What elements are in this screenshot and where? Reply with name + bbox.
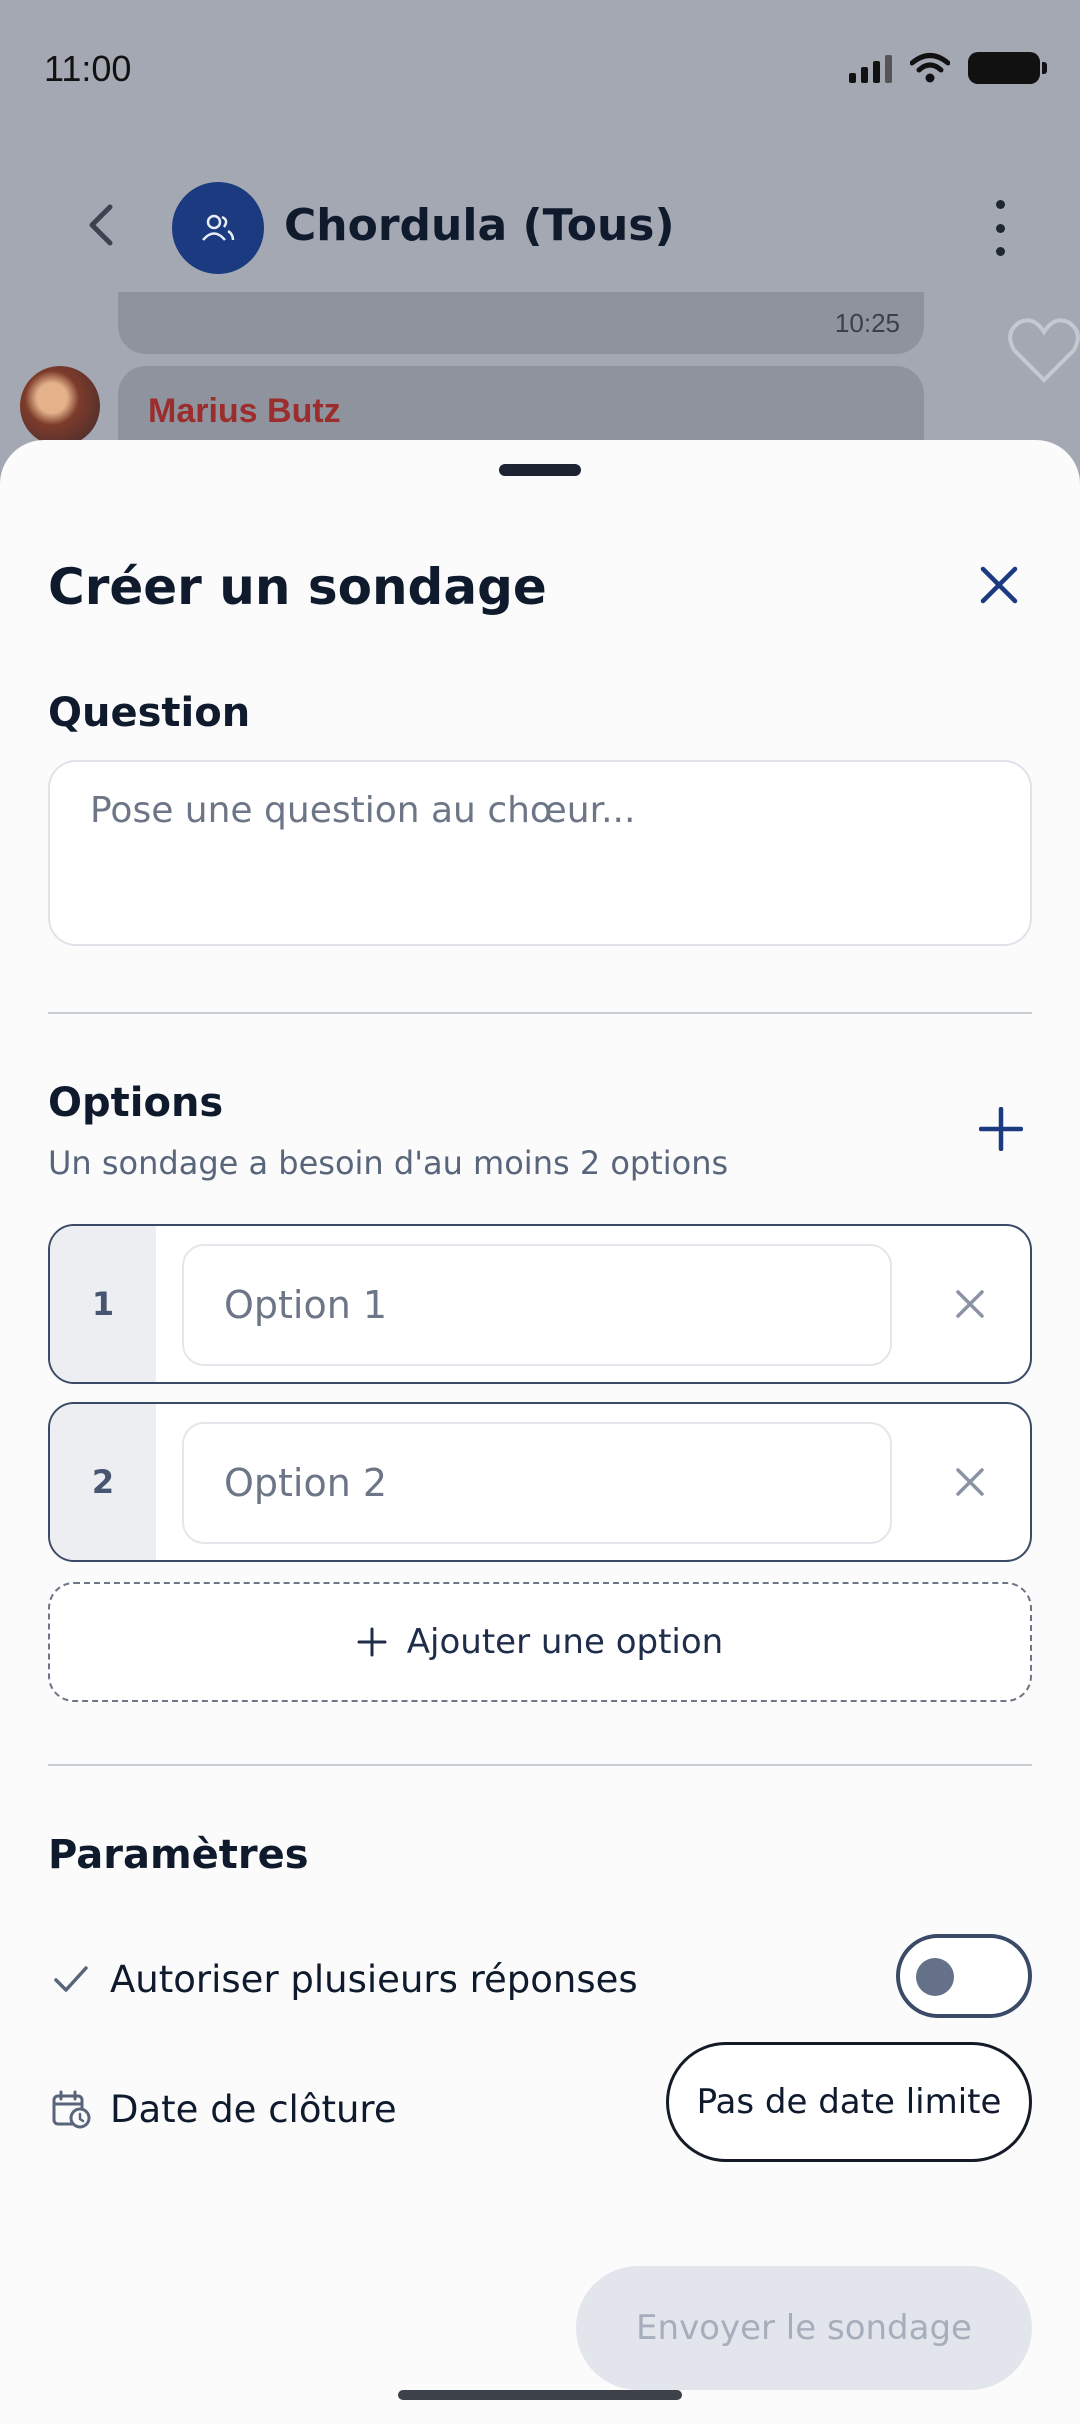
x-icon	[956, 1468, 984, 1496]
option-number: 2	[50, 1404, 156, 1560]
divider	[48, 1764, 1032, 1766]
closing-date-label: Date de clôture	[110, 2087, 397, 2131]
multiple-answers-setting: Autoriser plusieurs réponses	[48, 1934, 1032, 2024]
status-icons	[849, 52, 1047, 84]
option-input[interactable]	[182, 1244, 892, 1366]
home-indicator	[398, 2390, 682, 2400]
option-input[interactable]	[182, 1422, 892, 1544]
wifi-icon	[910, 53, 950, 83]
options-hint: Un sondage a besoin d'au moins 2 options	[48, 1144, 729, 1182]
status-time: 11:00	[44, 48, 132, 89]
remove-option-button[interactable]	[940, 1274, 1000, 1334]
chat-header: Chordula (Tous)	[0, 170, 1080, 280]
chat-background: 11:00 Chordula (Tous) 10:25 Marius Butz	[0, 0, 1080, 470]
send-poll-button[interactable]: Envoyer le sondage	[576, 2266, 1032, 2390]
heart-icon	[1008, 318, 1080, 383]
sender-name: Marius Butz	[148, 392, 341, 430]
create-poll-sheet: Créer un sondage Question Options Un son…	[0, 440, 1080, 2424]
toggle-knob	[916, 1958, 954, 1996]
status-bar: 11:00	[0, 0, 1080, 140]
group-avatar[interactable]	[172, 182, 264, 274]
question-label: Question	[48, 690, 251, 736]
multiple-answers-label: Autoriser plusieurs réponses	[110, 1957, 638, 2001]
message-time: 10:25	[834, 308, 900, 338]
battery-icon	[968, 52, 1047, 84]
option-row: 2	[48, 1402, 1032, 1562]
add-option-label: Ajouter une option	[406, 1622, 724, 1662]
close-button[interactable]	[966, 552, 1032, 618]
more-vertical-icon	[995, 200, 1005, 209]
closing-date-setting: Date de clôture Pas de date limite	[48, 2042, 1032, 2162]
plus-icon	[979, 1107, 1023, 1151]
settings-label: Paramètres	[48, 1832, 309, 1878]
back-button[interactable]	[76, 200, 126, 250]
x-icon	[956, 1290, 984, 1318]
divider	[48, 1012, 1032, 1014]
multiple-answers-toggle[interactable]	[896, 1934, 1032, 2018]
calendar-clock-icon	[48, 2086, 94, 2132]
question-input[interactable]	[48, 760, 1032, 946]
group-icon	[202, 214, 235, 241]
add-option-button[interactable]: Ajouter une option	[48, 1582, 1032, 1702]
chevron-left-icon	[89, 204, 113, 246]
option-number: 1	[50, 1226, 156, 1382]
close-icon	[980, 566, 1018, 604]
chat-title[interactable]: Chordula (Tous)	[284, 200, 675, 251]
more-options-button[interactable]	[980, 200, 1020, 256]
sender-avatar[interactable]	[20, 366, 100, 446]
options-label: Options	[48, 1080, 224, 1126]
check-icon	[48, 1956, 94, 2002]
signal-icon	[849, 53, 892, 83]
drag-handle[interactable]	[499, 464, 581, 476]
sheet-title: Créer un sondage	[48, 558, 547, 616]
add-option-icon-button[interactable]	[970, 1098, 1032, 1160]
plus-icon	[357, 1627, 387, 1657]
option-row: 1	[48, 1224, 1032, 1384]
message-bubble: 10:25	[118, 292, 924, 354]
closing-date-button[interactable]: Pas de date limite	[666, 2042, 1032, 2162]
remove-option-button[interactable]	[940, 1452, 1000, 1512]
